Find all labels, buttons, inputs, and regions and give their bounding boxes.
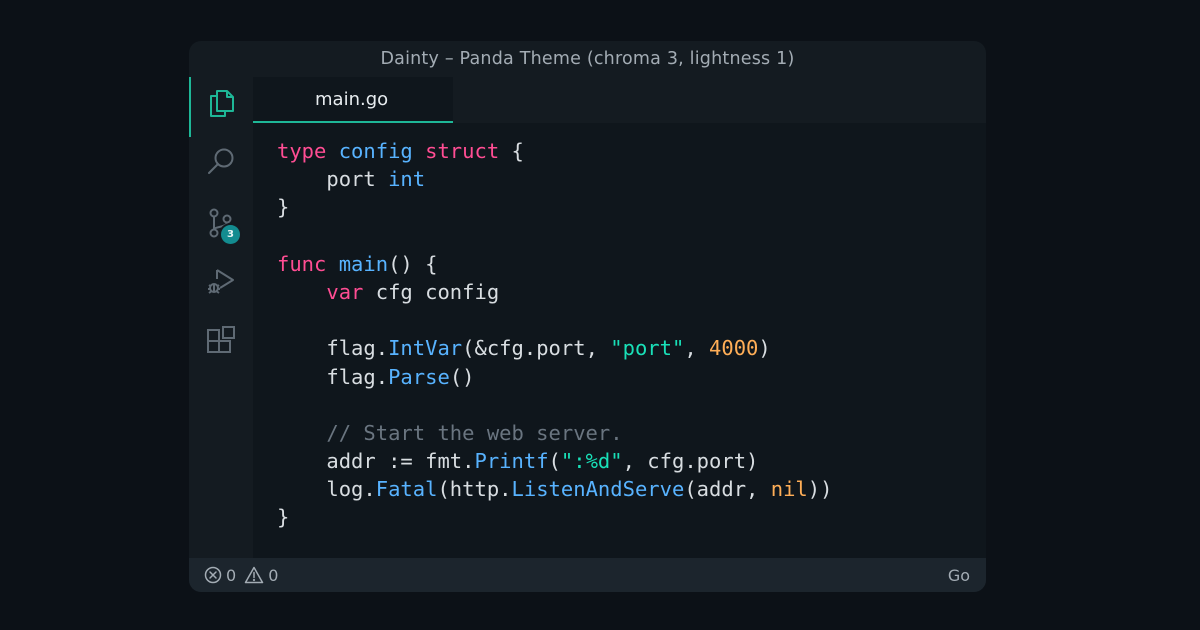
code-line: port int xyxy=(277,165,832,193)
search-icon xyxy=(205,145,237,181)
code-token: { xyxy=(499,139,524,163)
editor-window: Dainty – Panda Theme (chroma 3, lightnes… xyxy=(189,41,986,592)
code-token: ":%d" xyxy=(560,449,623,474)
activity-search[interactable] xyxy=(189,135,253,191)
code-token: IntVar xyxy=(388,336,463,361)
code-token: )) xyxy=(807,477,833,502)
window-title: Dainty – Panda Theme (chroma 3, lightnes… xyxy=(380,49,795,69)
code-token: () xyxy=(449,364,475,389)
code-token: () { xyxy=(388,251,438,276)
activity-source-control[interactable]: 3 xyxy=(189,195,253,251)
code-token: cfg config xyxy=(363,279,500,304)
error-count: 0 xyxy=(226,565,237,585)
code-token: Fatal xyxy=(375,477,438,502)
code-token: ( xyxy=(548,449,561,474)
activity-run-debug[interactable] xyxy=(189,255,253,311)
code-token: config xyxy=(338,139,413,163)
activity-bar: 3 xyxy=(189,77,253,558)
code-token: (http. xyxy=(437,477,512,502)
tab-label: main.go xyxy=(315,88,389,110)
code-token: , cfg.port) xyxy=(622,449,759,474)
code-line: func main() { xyxy=(277,250,832,278)
code-token: 4000 xyxy=(709,336,759,361)
extensions-icon xyxy=(205,325,237,361)
code-content[interactable]: type config struct { port int} func main… xyxy=(277,137,832,532)
warning-count: 0 xyxy=(268,565,279,585)
code-token: // Start the web server. xyxy=(277,420,623,445)
code-line: flag.IntVar(&cfg.port, "port", 4000) xyxy=(277,334,832,362)
code-token: nil xyxy=(770,477,808,502)
code-token: } xyxy=(277,195,290,220)
code-line: type config struct { xyxy=(277,137,832,165)
code-token: flag. xyxy=(277,336,389,361)
code-token: int xyxy=(388,167,426,192)
code-line: var cfg config xyxy=(277,278,832,306)
code-token: Printf xyxy=(474,449,549,474)
code-token: ) xyxy=(758,336,771,361)
files-icon xyxy=(205,87,237,123)
code-token: type xyxy=(277,139,327,163)
code-token: (&cfg.port, xyxy=(462,336,611,361)
code-token: var xyxy=(326,279,364,304)
code-token: main xyxy=(338,251,389,276)
source-control-badge: 3 xyxy=(221,225,240,244)
code-token: struct xyxy=(425,139,500,163)
code-token: (addr, xyxy=(684,477,771,502)
code-line: flag.Parse() xyxy=(277,363,832,391)
code-token: port xyxy=(277,167,389,192)
code-token: log. xyxy=(277,477,376,502)
warning-icon xyxy=(244,566,264,584)
error-icon xyxy=(204,566,222,584)
code-editor[interactable]: type config struct { port int} func main… xyxy=(253,123,986,558)
code-token: } xyxy=(277,505,290,530)
activity-extensions[interactable] xyxy=(189,315,253,371)
code-token: func xyxy=(277,251,327,276)
code-token: ListenAndServe xyxy=(511,477,685,502)
run-debug-icon xyxy=(205,265,237,301)
code-token: addr := fmt. xyxy=(277,449,475,474)
code-token: "port" xyxy=(610,336,685,361)
code-line: // Start the web server. xyxy=(277,419,832,447)
status-bar: 0 0 Go xyxy=(189,558,986,592)
code-token: Parse xyxy=(388,364,450,389)
code-line: addr := fmt.Printf(":%d", cfg.port) xyxy=(277,447,832,475)
tab-bar: main.go xyxy=(253,77,986,123)
code-token: flag. xyxy=(277,364,389,389)
code-token: , xyxy=(684,336,710,361)
tab-main-go[interactable]: main.go xyxy=(253,77,453,123)
language-label: Go xyxy=(947,565,970,585)
code-line: } xyxy=(277,503,832,531)
problems-indicator[interactable]: 0 0 xyxy=(204,558,278,592)
language-mode[interactable]: Go xyxy=(948,558,970,592)
code-line: } xyxy=(277,193,832,221)
code-line: log.Fatal(http.ListenAndServe(addr, nil)… xyxy=(277,475,832,503)
activity-explorer[interactable] xyxy=(189,77,253,137)
